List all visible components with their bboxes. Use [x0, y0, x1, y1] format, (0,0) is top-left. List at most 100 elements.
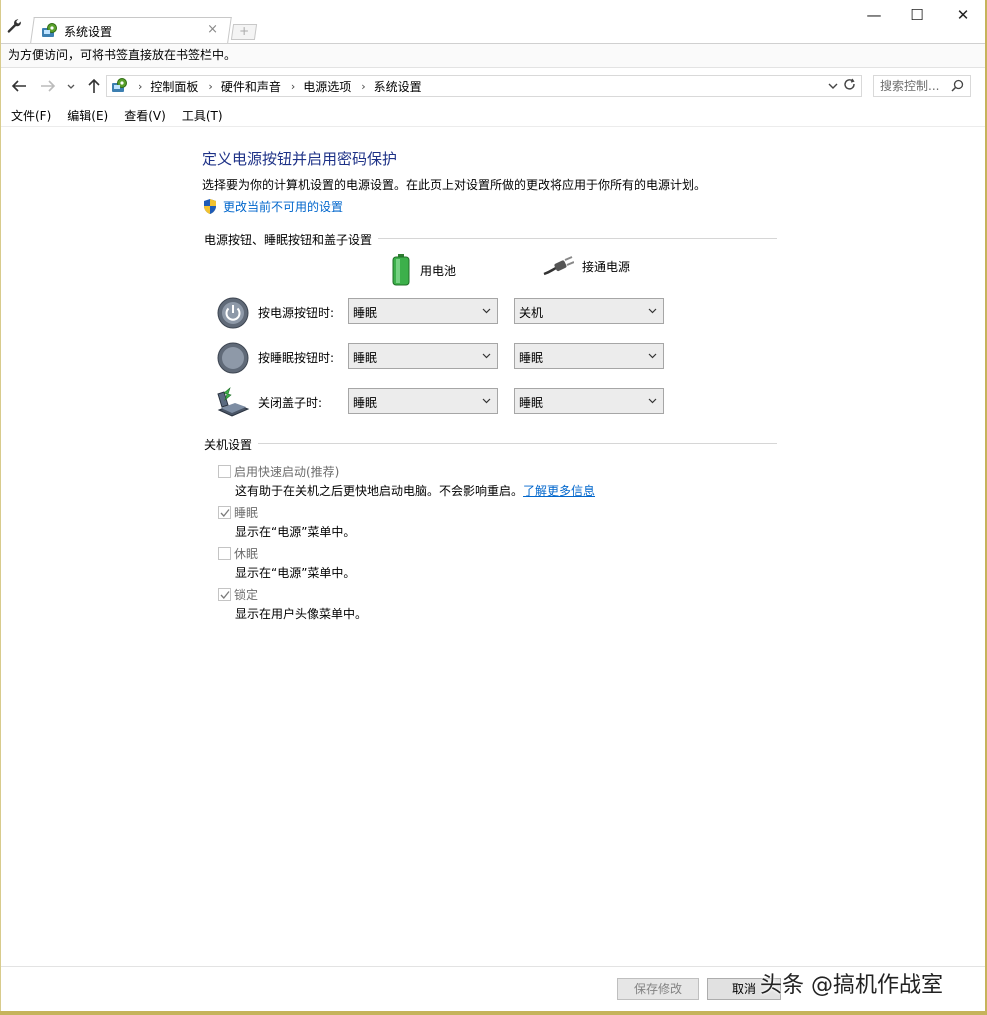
page-description: 选择要为你的计算机设置的电源设置。在此页上对设置所做的更改将应用于你所有的电源计…	[202, 178, 707, 192]
bookmarks-hint: 为方便访问，可将书签直接放在书签栏中。	[8, 48, 237, 62]
select-value: 睡眠	[519, 351, 544, 365]
breadcrumb-separator-icon[interactable]: ›	[138, 80, 142, 93]
chevron-down-icon	[482, 308, 491, 314]
fast-startup-desc-text: 这有助于在关机之后更快地启动电脑。不会影响重启。	[235, 484, 524, 498]
battery-icon	[392, 254, 410, 286]
search-box[interactable]	[873, 75, 971, 97]
hibernate-description: 显示在“电源”菜单中。	[235, 566, 356, 580]
power-button-row: 按电源按钮时: 睡眠 关机	[216, 296, 676, 329]
title-bar: 系统设置 × + — ☐ ✕	[0, 0, 987, 44]
new-tab-button[interactable]: +	[230, 24, 258, 40]
sleep-button-plugged-select[interactable]: 睡眠	[514, 343, 664, 369]
lid-close-row: 关闭盖子时: 睡眠 睡眠	[216, 386, 676, 418]
sleep-checkbox[interactable]	[218, 506, 231, 519]
bookmarks-bar: 为方便访问，可将书签直接放在书签栏中。	[0, 44, 987, 68]
select-value: 关机	[519, 306, 544, 320]
select-value: 睡眠	[519, 396, 544, 410]
search-icon[interactable]	[951, 79, 964, 92]
chevron-down-icon	[482, 398, 491, 404]
lid-close-label: 关闭盖子时:	[258, 396, 323, 410]
recent-pages-chevron-icon[interactable]	[64, 77, 78, 95]
sleep-button-icon	[217, 342, 249, 374]
breadcrumb-separator-icon[interactable]: ›	[208, 80, 212, 93]
breadcrumb-system-settings[interactable]: 系统设置	[374, 78, 422, 95]
lock-label: 锁定	[234, 588, 259, 602]
plugged-label: 接通电源	[582, 259, 631, 274]
change-unavailable-settings-link[interactable]: 更改当前不可用的设置	[202, 198, 343, 215]
tab-title: 系统设置	[64, 24, 113, 39]
checkmark-icon	[220, 509, 230, 517]
menu-edit[interactable]: 编辑(E)	[67, 105, 108, 126]
shutdown-group-title: 关机设置	[204, 436, 259, 453]
battery-label: 用电池	[420, 263, 457, 278]
breadcrumb-separator-icon[interactable]: ›	[361, 80, 365, 93]
breadcrumb-power-options[interactable]: 电源选项	[303, 78, 351, 95]
up-arrow-icon[interactable]	[84, 77, 104, 95]
window-border	[0, 0, 1, 1015]
select-value: 睡眠	[353, 396, 378, 410]
power-plug-icon	[543, 256, 574, 276]
uac-shield-icon	[204, 199, 216, 214]
fast-startup-checkbox[interactable]	[218, 465, 231, 478]
select-value: 睡眠	[353, 306, 378, 320]
menu-view[interactable]: 查看(V)	[124, 105, 166, 126]
power-button-icon	[217, 297, 249, 329]
hibernate-checkbox[interactable]	[218, 547, 231, 560]
chevron-down-icon	[648, 398, 657, 404]
close-window-button[interactable]: ✕	[940, 4, 986, 26]
power-button-label: 按电源按钮时:	[258, 306, 335, 320]
sleep-label: 睡眠	[234, 506, 259, 520]
menu-bar: 文件(F) 编辑(E) 查看(V) 工具(T)	[0, 105, 987, 127]
chevron-down-icon	[482, 353, 491, 359]
lid-close-battery-select[interactable]: 睡眠	[348, 388, 498, 414]
refresh-icon[interactable]	[842, 76, 858, 96]
minimize-button[interactable]: —	[851, 4, 897, 26]
sleep-button-row: 按睡眠按钮时: 睡眠 睡眠	[216, 341, 676, 374]
lid-close-plugged-select[interactable]: 睡眠	[514, 388, 664, 414]
learn-more-link[interactable]: 了解更多信息	[523, 484, 595, 498]
sleep-description: 显示在“电源”菜单中。	[235, 525, 356, 539]
wrench-icon[interactable]	[6, 18, 22, 34]
control-panel-icon	[42, 23, 57, 37]
fast-startup-description: 这有助于在关机之后更快地启动电脑。不会影响重启。了解更多信息	[235, 482, 595, 499]
address-dropdown-icon[interactable]	[827, 77, 839, 95]
window-border	[0, 1011, 987, 1015]
laptop-lid-icon	[217, 387, 250, 417]
checkmark-icon	[220, 591, 230, 599]
hibernate-label: 休眠	[234, 547, 259, 561]
plus-icon: +	[239, 24, 250, 38]
tab-system-settings[interactable]: 系统设置 ×	[36, 20, 226, 42]
address-bar[interactable]: › 控制面板 › 硬件和声音 › 电源选项 › 系统设置	[106, 75, 862, 97]
breadcrumb-separator-icon[interactable]: ›	[291, 80, 295, 93]
battery-column-header: 用电池	[390, 254, 456, 286]
control-panel-icon	[112, 78, 127, 92]
back-arrow-icon[interactable]	[9, 77, 29, 95]
chevron-down-icon	[648, 308, 657, 314]
fast-startup-label: 启用快速启动(推荐)	[234, 465, 340, 479]
menu-file[interactable]: 文件(F)	[11, 105, 51, 126]
page-title: 定义电源按钮并启用密码保护	[202, 150, 398, 168]
maximize-button[interactable]: ☐	[894, 4, 940, 26]
chevron-down-icon	[648, 353, 657, 359]
watermark: 头条 @搞机作战室	[760, 973, 943, 998]
power-buttons-group-title: 电源按钮、睡眠按钮和盖子设置	[204, 231, 379, 248]
power-button-battery-select[interactable]: 睡眠	[348, 298, 498, 324]
forward-arrow-icon[interactable]	[38, 77, 58, 95]
tab-close-icon[interactable]: ×	[207, 22, 218, 37]
breadcrumb-hardware-sound[interactable]: 硬件和声音	[221, 78, 281, 95]
menu-tools[interactable]: 工具(T)	[182, 105, 223, 126]
change-link-label[interactable]: 更改当前不可用的设置	[223, 198, 343, 215]
group-divider	[204, 443, 777, 444]
lock-description: 显示在用户头像菜单中。	[235, 607, 368, 621]
plugged-in-column-header: 接通电源	[542, 254, 630, 278]
lock-checkbox[interactable]	[218, 588, 231, 601]
search-input[interactable]	[880, 76, 956, 96]
breadcrumb-control-panel[interactable]: 控制面板	[150, 78, 198, 95]
save-changes-button[interactable]: 保存修改	[617, 978, 699, 1000]
sleep-button-battery-select[interactable]: 睡眠	[348, 343, 498, 369]
address-toolbar: › 控制面板 › 硬件和声音 › 电源选项 › 系统设置	[0, 69, 987, 103]
sleep-button-label: 按睡眠按钮时:	[258, 351, 335, 365]
power-button-plugged-select[interactable]: 关机	[514, 298, 664, 324]
select-value: 睡眠	[353, 351, 378, 365]
main-content: 定义电源按钮并启用密码保护 选择要为你的计算机设置的电源设置。在此页上对设置所做…	[0, 128, 987, 966]
